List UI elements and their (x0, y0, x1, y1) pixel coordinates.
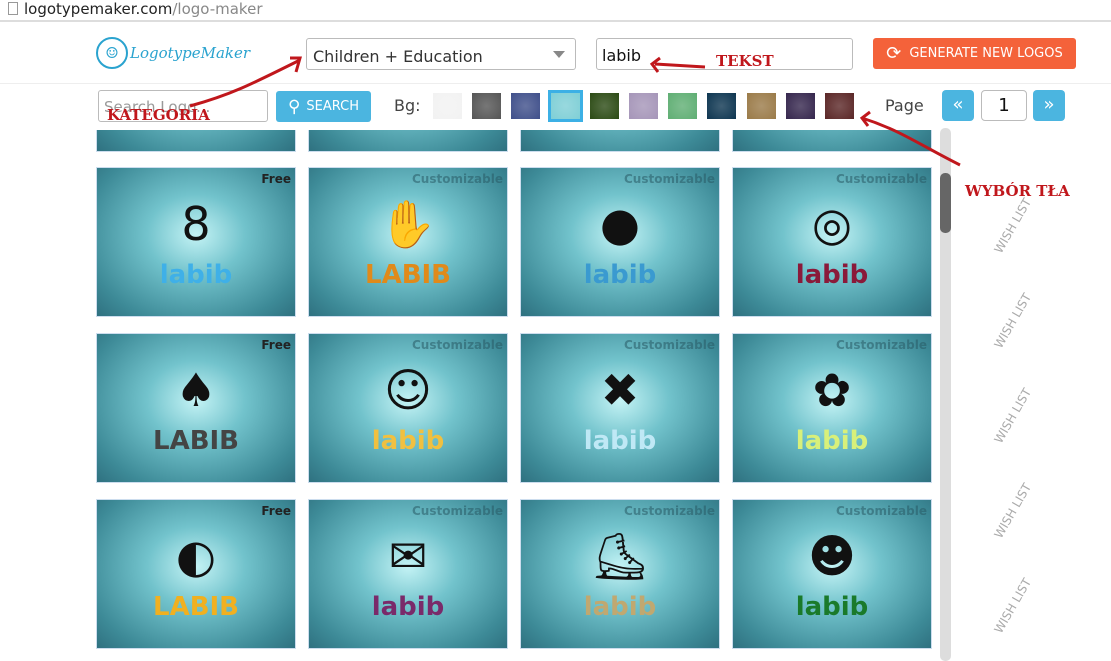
annotation-text: TEKST (716, 52, 774, 70)
annotation-background: WYBÓR TŁA (965, 182, 1070, 200)
annotation-arrows (189, 56, 961, 167)
annotation-category: KATEGORIA (107, 106, 210, 124)
